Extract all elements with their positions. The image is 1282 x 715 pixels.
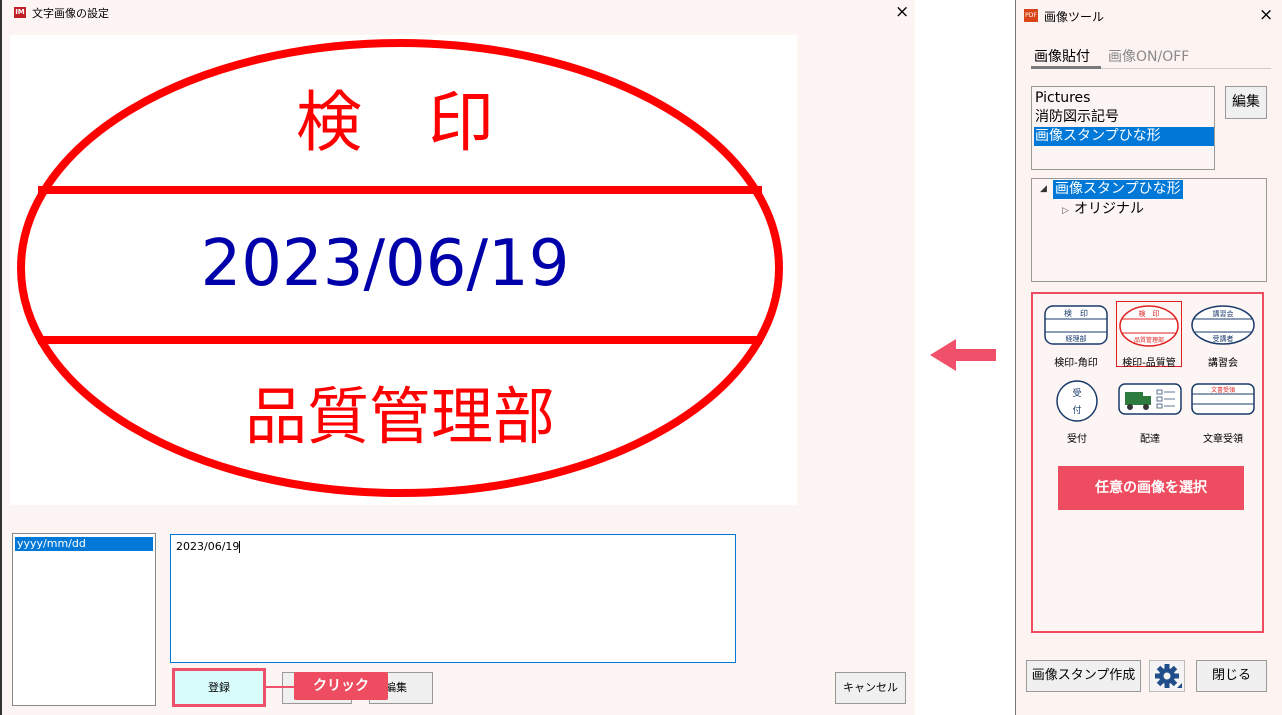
tree-child-item[interactable]: オリジナル	[1074, 200, 1144, 219]
thumb-label: 検印-品質管	[1122, 358, 1176, 369]
oval-stamp-icon: 検 印 品質管理部	[1119, 305, 1179, 347]
thumb-label: 配達	[1140, 434, 1160, 445]
thumb-label: 検印-角印	[1054, 358, 1098, 369]
close-icon[interactable]: ×	[1259, 5, 1273, 25]
thumb-label: 受付	[1067, 434, 1087, 445]
select-image-button[interactable]: 任意の画像を選択	[1058, 466, 1244, 510]
format-item-selected[interactable]: yyyy/mm/dd	[15, 537, 153, 551]
svg-text:受: 受	[1072, 387, 1081, 399]
svg-text:受講者: 受講者	[1213, 334, 1234, 343]
text-caret	[239, 541, 241, 553]
stamp-thumb-koshukai[interactable]: 講習会 受講者	[1190, 304, 1256, 350]
text-image-settings-dialog: IM 文字画像の設定 × 検 印 2023/06/19 品質管理部 yyyy/m…	[0, 0, 915, 715]
active-tab-indicator	[1031, 66, 1101, 69]
thumb-label: 文章受領	[1203, 434, 1243, 445]
create-stamp-button[interactable]: 画像スタンプ作成	[1026, 660, 1141, 692]
thumb-label: 講習会	[1208, 358, 1238, 369]
app-icon: IM	[14, 7, 26, 18]
settings-button[interactable]	[1149, 660, 1185, 692]
stamp-thumb-kakuin[interactable]: 検 印 経理部	[1043, 304, 1109, 350]
svg-text:講習会: 講習会	[1213, 309, 1234, 318]
stamp-thumb-haitatsu[interactable]	[1117, 382, 1183, 420]
tree-root-item[interactable]: 画像スタンプひな形	[1053, 180, 1183, 199]
gear-icon	[1155, 664, 1182, 688]
category-item-selected[interactable]: 画像スタンプひな形	[1034, 127, 1214, 146]
left-arrow-icon	[930, 339, 996, 371]
svg-text:品質管理部: 品質管理部	[1134, 336, 1164, 344]
stamp-gallery: 検 印 経理部 検印-角印 検 印 品質管理部 検印-品質管 講習会 受講者 講…	[1031, 292, 1264, 633]
date-format-list[interactable]: yyyy/mm/dd	[12, 533, 156, 706]
oval-stamp-icon: 講習会 受講者	[1191, 305, 1255, 345]
stamp-bottom-text: 品質管理部	[245, 380, 555, 453]
square-stamp-icon: 検 印 経理部	[1044, 305, 1108, 345]
svg-text:検 印: 検 印	[1064, 308, 1088, 318]
document-receipt-icon: 文書受領	[1191, 383, 1255, 415]
tab-image-paste[interactable]: 画像貼付	[1034, 46, 1090, 66]
tab-image-onoff[interactable]: 画像ON/OFF	[1108, 46, 1189, 66]
click-callout: クリック	[294, 672, 388, 700]
stamp-top-text: 検 印	[296, 84, 494, 161]
dialog-title: 文字画像の設定	[32, 7, 109, 20]
stamp-preview: 検 印 2023/06/19 品質管理部	[10, 35, 797, 505]
category-list[interactable]: Pictures 消防図示記号 画像スタンプひな形	[1031, 86, 1215, 170]
circle-stamp-icon: 受 付	[1056, 380, 1098, 422]
stamp-thumb-uketsuke[interactable]: 受 付	[1055, 378, 1099, 428]
category-item[interactable]: 消防図示記号	[1034, 108, 1214, 127]
cancel-button[interactable]: キャンセル	[835, 672, 906, 704]
close-icon[interactable]: ×	[895, 2, 909, 22]
tool-title: 画像ツール	[1044, 10, 1105, 24]
category-item[interactable]: Pictures	[1034, 89, 1214, 108]
delivery-truck-icon	[1118, 383, 1182, 415]
expand-triangle-icon[interactable]: ◢	[1040, 184, 1047, 194]
stamp-text-value: 2023/06/19	[176, 540, 240, 553]
stamp-text-field[interactable]: 2023/06/19	[170, 534, 736, 663]
close-button[interactable]: 閉じる	[1196, 660, 1267, 692]
svg-text:付: 付	[1072, 405, 1081, 416]
collapse-triangle-icon[interactable]: ▷	[1062, 206, 1069, 216]
svg-text:文書受領: 文書受領	[1211, 386, 1235, 394]
image-tool-window: PDF 画像ツール × 画像貼付 画像ON/OFF Pictures 消防図示記…	[1015, 0, 1282, 715]
callout-connector	[266, 686, 296, 688]
svg-text:検 印: 検 印	[1139, 309, 1160, 318]
template-tree[interactable]: ◢ 画像スタンプひな形 ▷ オリジナル	[1031, 178, 1267, 282]
stamp-date: 2023/06/19	[201, 227, 570, 301]
stamp-image: 検 印 2023/06/19 品質管理部	[17, 39, 783, 497]
register-button[interactable]: 登録	[172, 668, 266, 707]
edit-button[interactable]: 編集	[1225, 86, 1267, 119]
svg-text:経理部: 経理部	[1066, 334, 1087, 343]
pdf-icon: PDF	[1024, 9, 1038, 22]
stamp-thumb-bunsho[interactable]: 文書受領	[1190, 382, 1256, 420]
